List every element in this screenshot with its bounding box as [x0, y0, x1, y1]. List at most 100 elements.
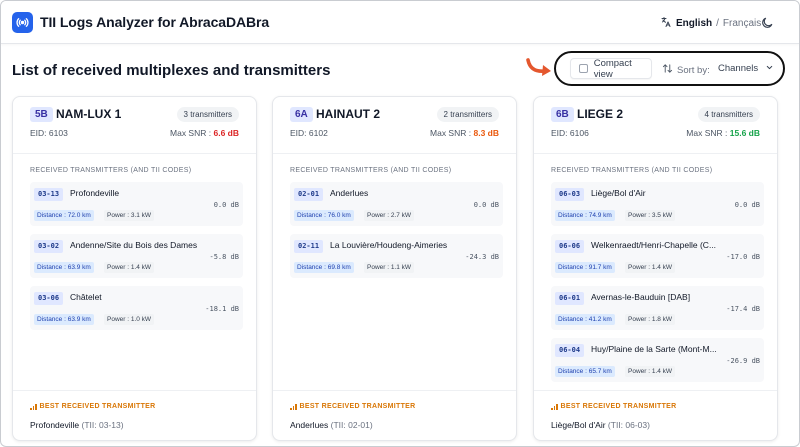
transmitter-item[interactable]: 02-01 Anderlues 0.0 dB Distance : 76.0 k…: [290, 182, 503, 226]
signal-icon: [290, 403, 297, 410]
transmitter-name: Avernas-le-Bauduin [DAB]: [591, 292, 691, 302]
best-transmitter-value: Anderlues (TII: 02-01): [290, 420, 373, 430]
power-pill: Power : 1.8 kW: [625, 314, 676, 325]
best-transmitter-title: BEST RECEIVED TRANSMITTER: [30, 403, 156, 410]
max-snr-value: 15.6 dB: [729, 128, 760, 138]
signal-icon: [551, 403, 558, 410]
section-title: RECEIVED TRANSMITTERS (AND TII CODES): [30, 167, 192, 174]
tii-code-badge: 06-03: [555, 188, 585, 201]
best-transmitter-title: BEST RECEIVED TRANSMITTER: [551, 403, 677, 410]
power-pill: Power : 2.7 kW: [364, 210, 415, 221]
transmitter-name: Châtelet: [70, 292, 102, 302]
curved-arrow-icon: [525, 56, 555, 83]
eid-text: EID: 6103: [30, 128, 68, 138]
distance-pill: Distance : 41.2 km: [555, 314, 615, 325]
tii-code-badge: 03-02: [34, 240, 64, 253]
best-transmitter-value: Profondeville (TII: 03-13): [30, 420, 124, 430]
card-header: 6B LIEGE 2 4 transmitters EID: 6106 Max …: [534, 97, 777, 154]
power-pill: Power : 3.5 kW: [625, 210, 676, 221]
multiplex-card: 6A HAINAUT 2 2 transmitters EID: 6102 Ma…: [272, 96, 517, 441]
distance-pill: Distance : 72.0 km: [34, 210, 94, 221]
compact-view-toggle[interactable]: Compact view: [570, 57, 652, 80]
transmitter-db: -5.8 dB: [209, 253, 239, 261]
sort-icon: [662, 63, 673, 77]
transmitter-db: 0.0 dB: [473, 201, 499, 209]
transmitter-item[interactable]: 06-01 Avernas-le-Bauduin [DAB] -17.4 dB …: [551, 286, 764, 330]
tii-code-badge: 03-06: [34, 292, 64, 305]
power-pill: Power : 1.4 kW: [625, 262, 676, 273]
power-pill: Power : 1.1 kW: [364, 262, 415, 273]
power-pill: Power : 1.4 kW: [104, 262, 155, 273]
best-transmitter-section: BEST RECEIVED TRANSMITTER Profondeville …: [13, 390, 256, 442]
multiplex-name: LIEGE 2: [577, 107, 624, 121]
page-title: List of received multiplexes and transmi…: [12, 62, 331, 79]
transmitter-item[interactable]: 02-11 La Louvière/Houdeng-Aimeries -24.3…: [290, 234, 503, 278]
channel-badge: 6A: [290, 107, 313, 122]
transmitter-name: Liège/Bol d'Air: [591, 188, 646, 198]
tii-code-badge: 02-11: [294, 240, 324, 253]
transmitter-db: -17.4 dB: [726, 305, 760, 313]
sort-by-label-group: Sort by:: [662, 63, 710, 77]
transmitter-db: -17.0 dB: [726, 253, 760, 261]
sort-select-value: Channels: [718, 63, 759, 74]
compact-view-label: Compact view: [593, 57, 632, 80]
transmitter-name: Anderlues: [330, 188, 369, 198]
card-header: 6A HAINAUT 2 2 transmitters EID: 6102 Ma…: [273, 97, 516, 154]
transmitter-item[interactable]: 06-04 Huy/Plaine de la Sarte (Mont-M... …: [551, 338, 764, 382]
language-english[interactable]: English: [676, 18, 712, 29]
max-snr-value: 8.3 dB: [473, 128, 499, 138]
eid-text: EID: 6102: [290, 128, 328, 138]
distance-pill: Distance : 91.7 km: [555, 262, 615, 273]
transmitter-name: Profondeville: [70, 188, 120, 198]
transmitter-name: Welkenraedt/Henri-Chapelle (C...: [591, 240, 717, 250]
max-snr-text: Max SNR : 6.6 dB: [170, 128, 239, 138]
broadcast-icon: [12, 12, 33, 33]
distance-pill: Distance : 63.9 km: [34, 262, 94, 273]
transmitter-count-badge: 4 transmitters: [697, 107, 760, 122]
moon-icon[interactable]: [760, 16, 774, 30]
signal-icon: [30, 403, 37, 410]
multiplex-name: HAINAUT 2: [316, 107, 381, 121]
distance-pill: Distance : 76.0 km: [294, 210, 354, 221]
transmitter-db: -24.3 dB: [465, 253, 499, 261]
best-transmitter-title: BEST RECEIVED TRANSMITTER: [290, 403, 416, 410]
transmitter-item[interactable]: 03-02 Andenne/Site du Bois des Dames -5.…: [30, 234, 243, 278]
sort-by-label: Sort by:: [677, 64, 710, 76]
sort-select[interactable]: Channels: [712, 58, 780, 79]
channel-badge: 6B: [551, 107, 574, 122]
power-pill: Power : 1.0 kW: [104, 314, 155, 325]
transmitter-item[interactable]: 06-06 Welkenraedt/Henri-Chapelle (C... -…: [551, 234, 764, 278]
channel-badge: 5B: [30, 107, 53, 122]
language-separator: /: [716, 18, 719, 29]
app-title: TII Logs Analyzer for AbracaDABra: [40, 14, 270, 30]
power-pill: Power : 3.1 kW: [104, 210, 155, 221]
tii-code-badge: 02-01: [294, 188, 324, 201]
section-title: RECEIVED TRANSMITTERS (AND TII CODES): [290, 167, 452, 174]
best-transmitter-section: BEST RECEIVED TRANSMITTER Liège/Bol d'Ai…: [534, 390, 777, 442]
power-pill: Power : 1.4 kW: [625, 366, 676, 377]
section-title: RECEIVED TRANSMITTERS (AND TII CODES): [551, 167, 713, 174]
transmitter-db: -26.9 dB: [726, 357, 760, 365]
language-french[interactable]: Français: [723, 18, 761, 29]
transmitter-db: 0.0 dB: [213, 201, 239, 209]
card-header: 5B NAM-LUX 1 3 transmitters EID: 6103 Ma…: [13, 97, 256, 154]
transmitter-name: La Louvière/Houdeng-Aimeries: [330, 240, 448, 250]
app-window: TII Logs Analyzer for AbracaDABra Englis…: [0, 0, 800, 447]
max-snr-value: 6.6 dB: [213, 128, 239, 138]
distance-pill: Distance : 74.9 km: [555, 210, 615, 221]
tii-code-badge: 03-13: [34, 188, 64, 201]
max-snr-text: Max SNR : 8.3 dB: [430, 128, 499, 138]
compact-view-checkbox[interactable]: [579, 64, 588, 73]
tii-code-badge: 06-01: [555, 292, 585, 305]
transmitter-item[interactable]: 06-03 Liège/Bol d'Air 0.0 dB Distance : …: [551, 182, 764, 226]
eid-text: EID: 6106: [551, 128, 589, 138]
transmitter-db: -18.1 dB: [205, 305, 239, 313]
chevron-down-icon: [765, 63, 774, 75]
app-header: TII Logs Analyzer for AbracaDABra Englis…: [1, 1, 799, 44]
multiplex-card: 6B LIEGE 2 4 transmitters EID: 6106 Max …: [533, 96, 778, 441]
transmitter-item[interactable]: 03-06 Châtelet -18.1 dB Distance : 63.9 …: [30, 286, 243, 330]
transmitter-db: 0.0 dB: [734, 201, 760, 209]
multiplex-name: NAM-LUX 1: [56, 107, 122, 121]
max-snr-text: Max SNR : 15.6 dB: [686, 128, 760, 138]
transmitter-item[interactable]: 03-13 Profondeville 0.0 dB Distance : 72…: [30, 182, 243, 226]
